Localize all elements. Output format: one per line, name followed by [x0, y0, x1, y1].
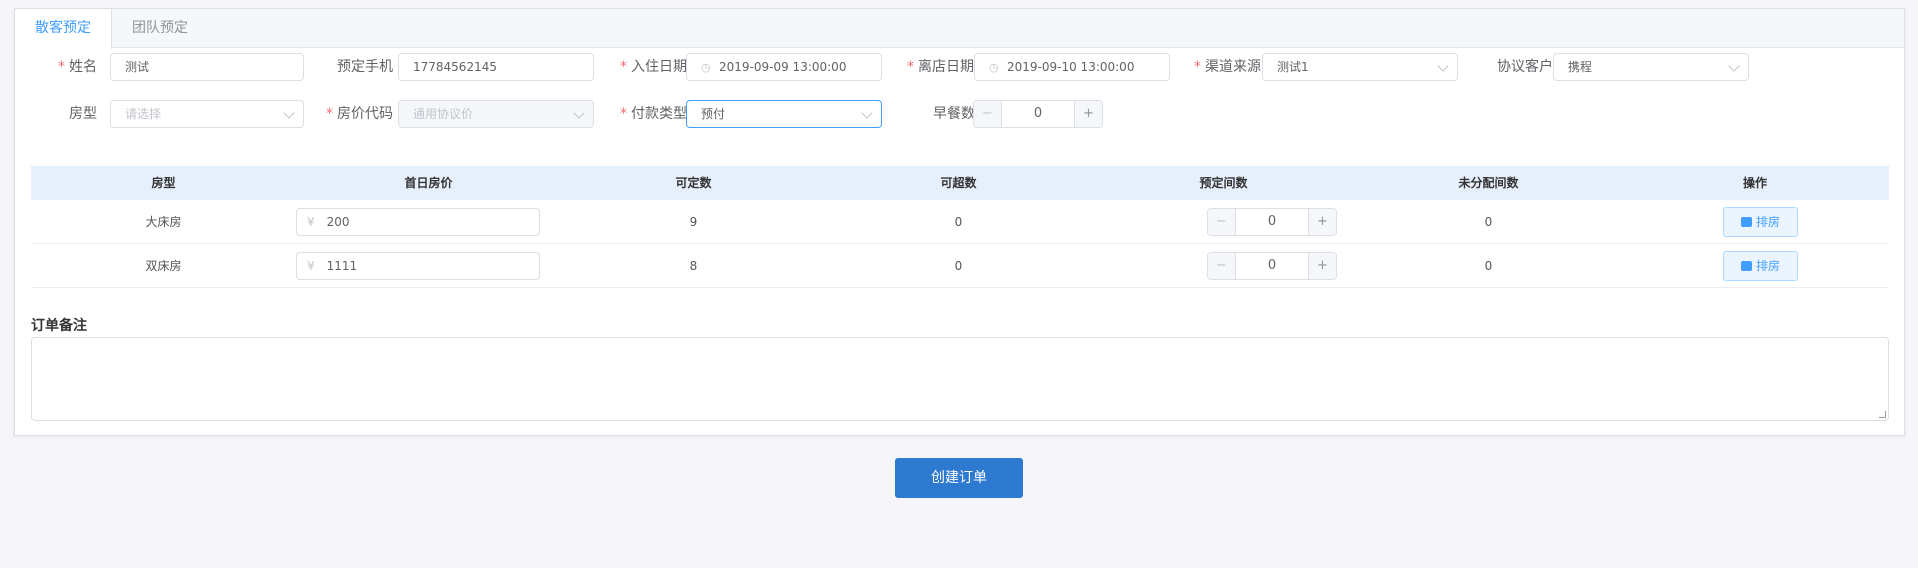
- action-cell: 排房: [1621, 200, 1889, 244]
- checkout-label: * 离店日期: [907, 59, 974, 75]
- room-type-cell: 双床房: [145, 259, 182, 273]
- booking-card: 散客预定 团队预定 * 姓名 测试 预定手机 17784562145 * 入住日期 …: [14, 8, 1905, 436]
- booked-cell: − 0 +: [1091, 244, 1356, 288]
- chevron-down-icon: [861, 107, 873, 119]
- remark-textarea[interactable]: [31, 337, 1889, 421]
- tab-bar: 散客预定 团队预定: [15, 9, 1904, 49]
- bed-icon: [1740, 261, 1752, 271]
- room-type-cell: 大床房: [145, 215, 182, 229]
- decrement-button[interactable]: −: [974, 101, 1002, 127]
- booked-value[interactable]: 0: [1236, 209, 1308, 235]
- increment-button[interactable]: +: [1308, 209, 1336, 235]
- bed-icon: [1740, 217, 1752, 227]
- ratecode-select: 通用协议价: [398, 100, 594, 128]
- required-mark: *: [58, 59, 65, 75]
- overbook-cell: 0: [954, 259, 963, 273]
- table-header: 房型 首日房价 可定数 可超数 预定间数 未分配间数 操作: [31, 166, 1889, 200]
- chevron-down-icon: [1437, 60, 1449, 72]
- roomtype-label: 房型: [69, 106, 97, 122]
- increment-button[interactable]: +: [1308, 253, 1336, 279]
- header-available: 可定数: [675, 176, 712, 190]
- table-row: 大床房 ¥200 9 0 − 0 + 0 排房: [31, 200, 1889, 244]
- channel-label: * 渠道来源: [1194, 59, 1261, 75]
- paytype-label: * 付款类型: [620, 106, 687, 122]
- assign-room-button[interactable]: 排房: [1723, 207, 1798, 237]
- room-table: 房型 首日房价 可定数 可超数 预定间数 未分配间数 操作 大床房 ¥200 9…: [31, 166, 1889, 288]
- resize-handle[interactable]: [1879, 411, 1886, 418]
- available-cell: 9: [689, 215, 698, 229]
- clock-icon: ◷: [701, 61, 711, 74]
- decrement-button[interactable]: −: [1208, 253, 1236, 279]
- breakfast-value[interactable]: 0: [1002, 101, 1074, 127]
- header-booked-rooms: 预定间数: [1199, 176, 1248, 190]
- header-overbook: 可超数: [940, 176, 977, 190]
- decrement-button[interactable]: −: [1208, 209, 1236, 235]
- checkin-date-input[interactable]: ◷ 2019-09-09 13:00:00: [686, 53, 882, 81]
- unassigned-cell: 0: [1484, 259, 1493, 273]
- header-unassigned: 未分配间数: [1458, 176, 1519, 190]
- unassigned-cell: 0: [1484, 215, 1493, 229]
- booked-rooms-stepper[interactable]: − 0 +: [1207, 252, 1337, 280]
- paytype-select[interactable]: 预付: [686, 100, 882, 128]
- booked-cell: − 0 +: [1091, 200, 1356, 244]
- header-action: 操作: [1742, 176, 1767, 190]
- assign-room-button[interactable]: 排房: [1723, 251, 1798, 281]
- agreement-customer-select[interactable]: 携程: [1553, 53, 1749, 81]
- chevron-down-icon: [283, 107, 295, 119]
- price-cell: ¥1111: [296, 244, 561, 288]
- price-cell: ¥200: [296, 200, 561, 244]
- header-first-day-price: 首日房价: [404, 176, 453, 190]
- breakfast-label: 早餐数: [933, 106, 975, 122]
- increment-button[interactable]: +: [1074, 101, 1102, 127]
- booked-value[interactable]: 0: [1236, 253, 1308, 279]
- overbook-cell: 0: [954, 215, 963, 229]
- table-row: 双床房 ¥1111 8 0 − 0 + 0 排房: [31, 244, 1889, 288]
- tab-individual-booking[interactable]: 散客预定: [15, 9, 112, 49]
- action-cell: 排房: [1621, 244, 1889, 288]
- header-room-type: 房型: [151, 176, 176, 190]
- breakfast-stepper[interactable]: − 0 +: [973, 100, 1103, 128]
- available-cell: 8: [689, 259, 698, 273]
- phone-label: 预定手机: [337, 59, 393, 75]
- agreement-label: 协议客户: [1497, 59, 1553, 75]
- clock-icon: ◷: [989, 61, 999, 74]
- remark-label: 订单备注: [31, 318, 87, 334]
- create-order-button[interactable]: 创建订单: [895, 458, 1023, 498]
- chevron-down-icon: [1728, 60, 1740, 72]
- currency-icon: ¥: [307, 215, 315, 229]
- price-input[interactable]: ¥1111: [296, 252, 540, 280]
- name-input[interactable]: 测试: [110, 53, 304, 81]
- chevron-down-icon: [573, 107, 585, 119]
- tab-group-booking[interactable]: 团队预定: [112, 9, 208, 48]
- channel-select[interactable]: 测试1: [1262, 53, 1458, 81]
- name-label: * 姓名: [58, 59, 97, 75]
- price-input[interactable]: ¥200: [296, 208, 540, 236]
- currency-icon: ¥: [307, 259, 315, 273]
- roomtype-select[interactable]: 请选择: [110, 100, 304, 128]
- booked-rooms-stepper[interactable]: − 0 +: [1207, 208, 1337, 236]
- form-row-2: 房型 请选择 * 房价代码 通用协议价 * 付款类型 预付 早餐数 − 0 +: [15, 100, 1904, 128]
- form-row-1: * 姓名 测试 预定手机 17784562145 * 入住日期 ◷ 2019-09-0…: [15, 53, 1904, 81]
- checkout-date-input[interactable]: ◷ 2019-09-10 13:00:00: [974, 53, 1170, 81]
- phone-input[interactable]: 17784562145: [398, 53, 594, 81]
- ratecode-label: * 房价代码: [326, 106, 393, 122]
- checkin-label: * 入住日期: [620, 59, 687, 75]
